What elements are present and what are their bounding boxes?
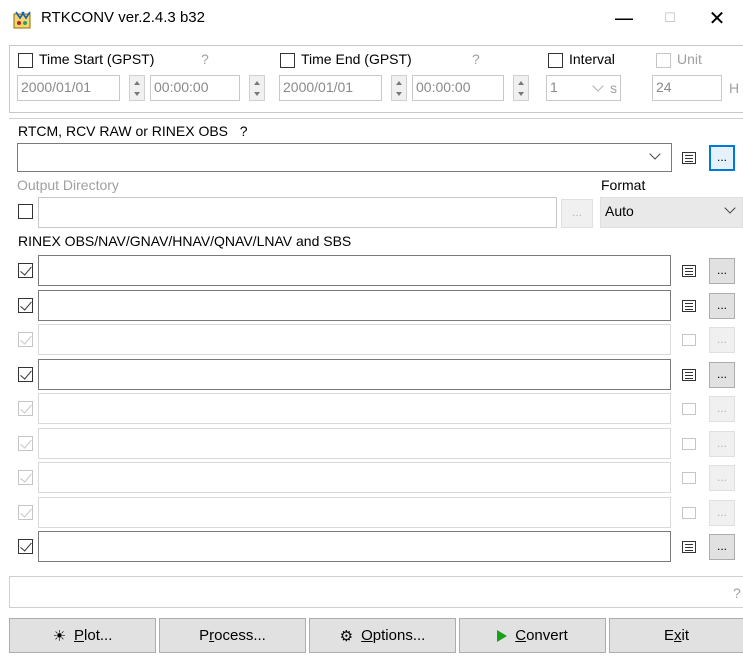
rinex-view-icon[interactable] [682, 541, 696, 553]
rinex-view-icon[interactable] [682, 369, 696, 381]
time-start-label: Time Start (GPST) [39, 51, 155, 67]
rinex-output-field[interactable] [38, 497, 671, 528]
plot-button[interactable]: ☀ Plot... [9, 618, 156, 653]
end-date-spinner[interactable] [391, 75, 407, 101]
status-bar: ? [9, 576, 743, 608]
format-select[interactable]: Auto [600, 197, 743, 228]
start-time-spinner[interactable] [249, 75, 265, 101]
rinex-output-field[interactable] [38, 290, 671, 321]
output-dir-browse-button[interactable]: ... [561, 199, 593, 228]
plot-icon: ☀ [52, 626, 67, 645]
rinex-view-icon[interactable] [682, 507, 696, 519]
time-end-label: Time End (GPST) [301, 51, 412, 67]
rinex-row-checkbox[interactable] [18, 332, 33, 347]
rinex-output-field[interactable] [38, 393, 671, 424]
rinex-view-icon[interactable] [682, 265, 696, 277]
rinex-row-checkbox[interactable] [18, 436, 33, 451]
rinex-row-checkbox[interactable] [18, 505, 33, 520]
time-end-help[interactable]: ? [472, 51, 480, 67]
rinex-row-checkbox[interactable] [18, 539, 33, 554]
options-button-label: Options... [361, 627, 426, 644]
rinex-row-checkbox[interactable] [18, 263, 33, 278]
interval-label: Interval [569, 51, 615, 67]
output-dir-checkbox[interactable] [18, 204, 33, 219]
rinex-browse-button[interactable]: ... [709, 362, 735, 388]
plot-button-label: Plot... [74, 627, 113, 644]
rinex-row-checkbox[interactable] [18, 401, 33, 416]
rinex-view-icon[interactable] [682, 403, 696, 415]
process-button-label: Process... [199, 627, 266, 644]
unit-checkbox[interactable] [656, 53, 671, 68]
rinex-row-checkbox[interactable] [18, 367, 33, 382]
minimize-button[interactable]: — [600, 0, 648, 36]
input-file-combo[interactable] [17, 143, 672, 172]
rinex-browse-button[interactable]: ... [709, 534, 735, 560]
unit-suffix: H [729, 80, 740, 96]
rinex-view-icon[interactable] [682, 438, 696, 450]
title-bar: RTKCONV ver.2.4.3 b32 — ☐ ✕ [0, 0, 743, 40]
time-start-checkbox[interactable] [18, 53, 33, 68]
interval-checkbox[interactable] [548, 53, 563, 68]
rinex-output-field[interactable] [38, 255, 671, 286]
output-dir-field[interactable] [38, 197, 557, 228]
end-time-spinner[interactable] [513, 75, 529, 101]
convert-button-label: Convert [515, 627, 568, 644]
format-value: Auto [605, 203, 634, 219]
input-label-text: RTCM, RCV RAW or RINEX OBS [18, 123, 229, 139]
rinex-browse-button[interactable]: ... [709, 396, 735, 422]
rinex-row-checkbox[interactable] [18, 298, 33, 313]
rinex-view-icon[interactable] [682, 334, 696, 346]
rinex-row-checkbox[interactable] [18, 470, 33, 485]
time-start-help[interactable]: ? [201, 51, 209, 67]
format-label: Format [601, 177, 646, 193]
options-button[interactable]: ⚙ Options... [309, 618, 456, 653]
app-icon [12, 10, 32, 30]
status-help[interactable]: ? [733, 585, 741, 601]
start-date-spinner[interactable] [129, 75, 145, 101]
rinex-browse-button[interactable]: ... [709, 293, 735, 319]
input-browse-button[interactable]: ... [709, 145, 735, 171]
input-label: RTCM, RCV RAW or RINEX OBS ? [18, 123, 248, 139]
rinex-browse-button[interactable]: ... [709, 327, 735, 353]
process-button[interactable]: Process... [159, 618, 306, 653]
rinex-output-field[interactable] [38, 359, 671, 390]
rinex-browse-button[interactable]: ... [709, 258, 735, 284]
time-end-checkbox[interactable] [280, 53, 295, 68]
interval-unit: s [610, 80, 617, 96]
rinex-output-field[interactable] [38, 428, 671, 459]
interval-value: 1 [550, 79, 558, 95]
rinex-browse-button[interactable]: ... [709, 465, 735, 491]
rinex-view-icon[interactable] [682, 472, 696, 484]
convert-button[interactable]: Convert [459, 618, 606, 653]
end-time-field[interactable]: 00:00:00 [412, 75, 504, 101]
rinex-view-icon[interactable] [682, 300, 696, 312]
window-title: RTKCONV ver.2.4.3 b32 [41, 9, 205, 26]
rinex-output-field[interactable] [38, 324, 671, 355]
input-view-icon[interactable] [682, 152, 696, 164]
gear-icon: ⚙ [339, 626, 354, 645]
start-time-field[interactable]: 00:00:00 [150, 75, 240, 101]
input-help[interactable]: ? [240, 123, 248, 139]
exit-button-label: Exit [663, 627, 689, 644]
rinex-browse-button[interactable]: ... [709, 500, 735, 526]
exit-button[interactable]: Exit [609, 618, 743, 653]
close-button[interactable]: ✕ [693, 0, 741, 36]
unit-label: Unit [677, 51, 702, 67]
rinex-output-field[interactable] [38, 462, 671, 493]
rinex-browse-button[interactable]: ... [709, 431, 735, 457]
divider [9, 118, 743, 119]
maximize-button[interactable]: ☐ [646, 0, 694, 36]
end-date-field[interactable]: 2000/01/01 [279, 75, 382, 101]
rinex-label: RINEX OBS/NAV/GNAV/HNAV/QNAV/LNAV and SB… [18, 233, 352, 249]
start-date-field[interactable]: 2000/01/01 [17, 75, 120, 101]
play-icon [497, 629, 508, 642]
output-dir-label: Output Directory [17, 177, 119, 193]
rinex-output-field[interactable] [38, 531, 671, 562]
unit-field[interactable]: 24 [652, 75, 722, 101]
